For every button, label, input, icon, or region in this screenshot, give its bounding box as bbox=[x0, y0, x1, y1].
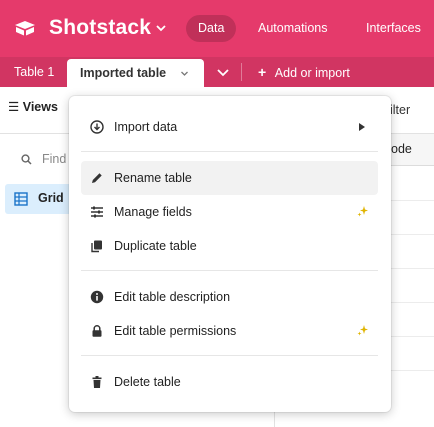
submenu-arrow-icon bbox=[359, 123, 365, 131]
plus-icon: + bbox=[258, 64, 267, 80]
sliders-icon bbox=[91, 206, 103, 218]
menu-divider bbox=[81, 355, 378, 356]
sparkle-upgrade-icon bbox=[357, 325, 368, 336]
menu-item-rename-table[interactable]: Rename table bbox=[81, 161, 378, 195]
menu-item-delete-table[interactable]: Delete table bbox=[81, 365, 378, 399]
all-tables-chevron-icon[interactable] bbox=[207, 60, 239, 86]
grid-view-label: Grid bbox=[38, 191, 64, 205]
chevron-down-icon[interactable] bbox=[155, 22, 167, 34]
table-bar: Table 1 Imported table + Add or import bbox=[0, 57, 434, 87]
menu-item-manage-fields[interactable]: Manage fields bbox=[81, 195, 378, 229]
divider bbox=[241, 63, 242, 81]
filter-button[interactable]: ilter bbox=[390, 103, 410, 117]
menu-item-label: Delete table bbox=[114, 375, 181, 389]
menu-item-edit-table-permissions[interactable]: Edit table permissions bbox=[81, 314, 378, 348]
menu-item-edit-table-description[interactable]: Edit table description bbox=[81, 280, 378, 314]
nav-interfaces-tab[interactable]: Interfaces bbox=[354, 15, 433, 42]
top-bar: Shotstack Data Automations Interfaces bbox=[0, 0, 434, 57]
pencil-icon bbox=[92, 173, 102, 183]
grid-icon bbox=[14, 192, 28, 206]
open-box-icon[interactable] bbox=[14, 20, 36, 36]
views-label: Views bbox=[22, 100, 58, 114]
add-or-import-button[interactable]: + Add or import bbox=[258, 57, 350, 87]
column-header-label: ode bbox=[391, 142, 412, 156]
nav-data-tab[interactable]: Data bbox=[186, 15, 237, 42]
menu-item-label: Import data bbox=[114, 120, 178, 134]
find-view-input[interactable]: Find bbox=[42, 152, 66, 166]
menu-item-label: Edit table permissions bbox=[114, 324, 237, 338]
sparkle-upgrade-icon bbox=[357, 206, 368, 217]
nav-automations-tab[interactable]: Automations bbox=[246, 15, 339, 42]
menu-item-label: Manage fields bbox=[114, 205, 192, 219]
app-title[interactable]: Shotstack bbox=[49, 16, 151, 40]
menu-item-label: Duplicate table bbox=[114, 239, 197, 253]
menu-item-import-data[interactable]: Import data bbox=[81, 110, 378, 144]
lock-icon bbox=[92, 325, 102, 337]
menu-divider bbox=[81, 270, 378, 271]
import-arrow-icon bbox=[90, 120, 104, 134]
add-or-import-label: Add or import bbox=[274, 66, 350, 80]
hamburger-icon: ☰ bbox=[8, 100, 20, 114]
menu-item-label: Edit table description bbox=[114, 290, 231, 304]
menu-divider bbox=[81, 151, 378, 152]
trash-icon bbox=[92, 376, 102, 388]
chevron-down-icon[interactable] bbox=[180, 69, 189, 78]
menu-item-duplicate-table[interactable]: Duplicate table bbox=[81, 229, 378, 263]
views-sidebar: Find Grid bbox=[0, 134, 72, 427]
table-tab-label: Imported table bbox=[80, 66, 167, 80]
search-icon bbox=[21, 154, 32, 165]
sidebar-item-grid-view[interactable]: Grid bbox=[5, 184, 72, 214]
table-options-menu: Import data Rename table Manage fields D… bbox=[69, 96, 391, 412]
table-tab-table-1[interactable]: Table 1 bbox=[0, 57, 67, 87]
table-tab-imported-table[interactable]: Imported table bbox=[67, 59, 204, 87]
views-toggle-button[interactable]: ☰ Views bbox=[8, 99, 58, 114]
menu-item-label: Rename table bbox=[114, 171, 192, 185]
copy-icon bbox=[91, 240, 102, 253]
info-icon bbox=[90, 290, 104, 304]
